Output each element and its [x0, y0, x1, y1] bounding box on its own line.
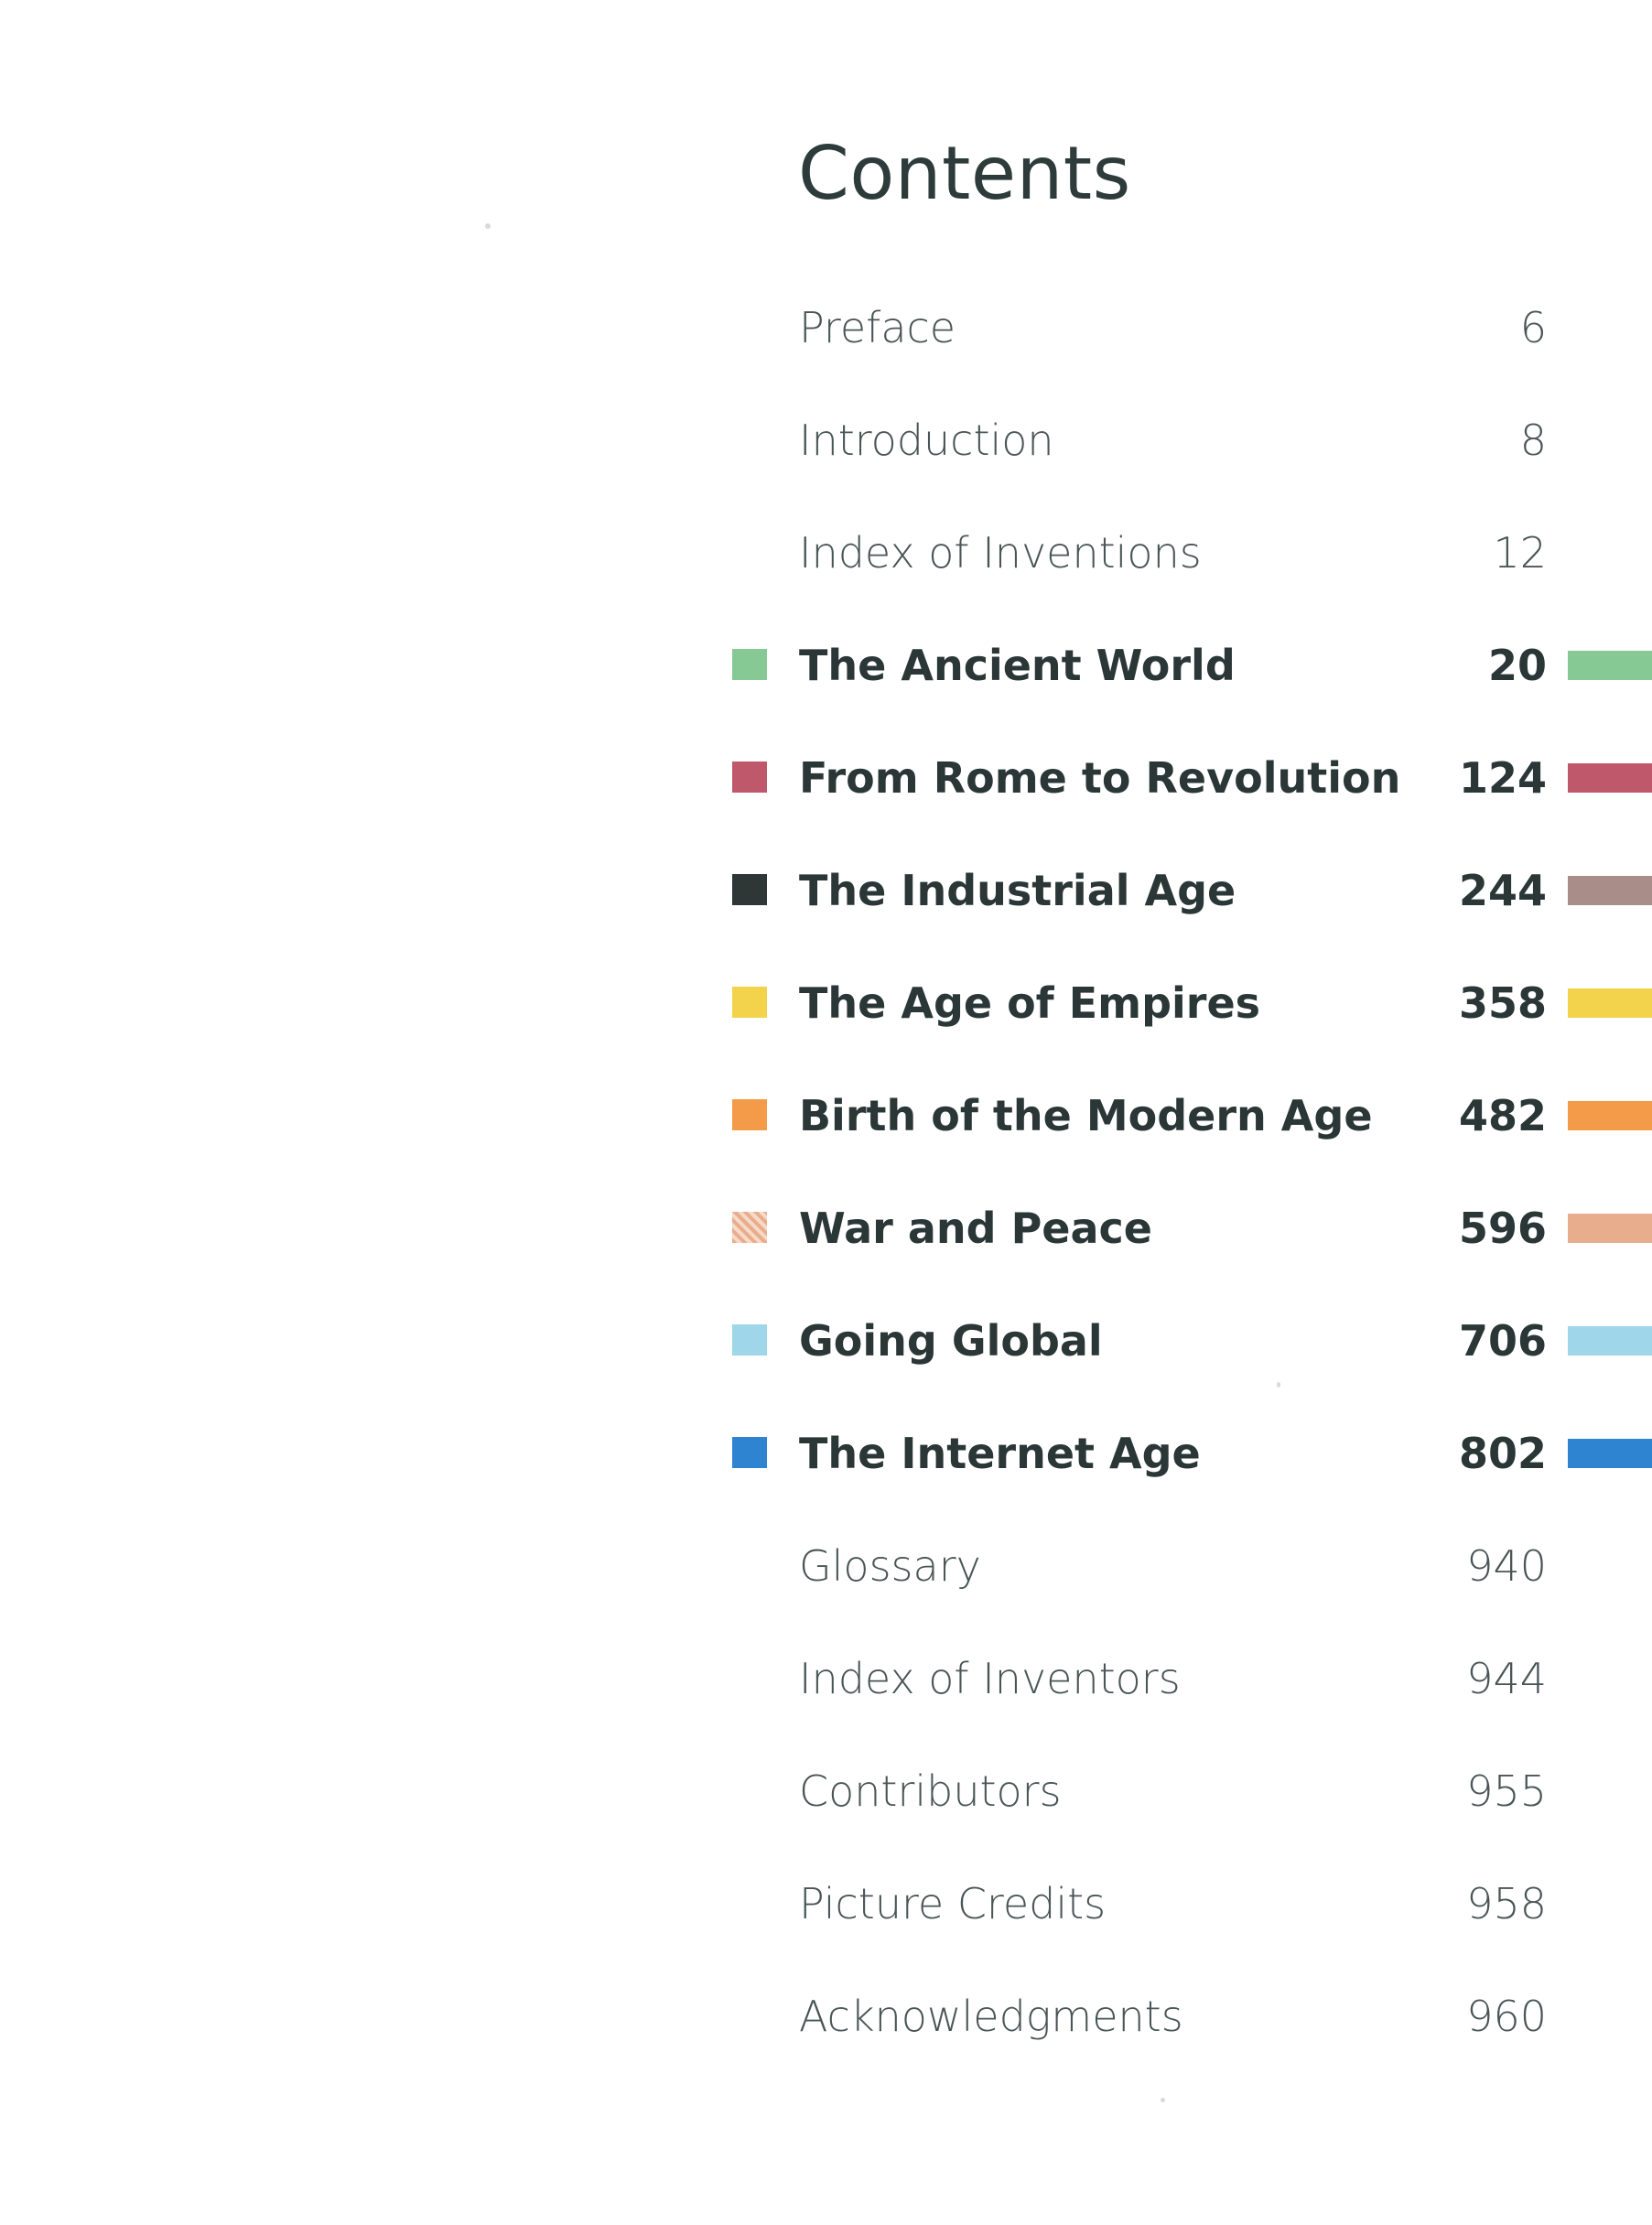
section-color-marker	[732, 1212, 767, 1243]
toc-entry-picture-credits[interactable]: Picture Credits 958	[0, 1869, 1652, 1942]
toc-entry-page-number: 6	[1519, 303, 1547, 352]
toc-entry-page-number: 944	[1466, 1654, 1547, 1703]
toc-entry-contributors[interactable]: Contributors 955	[0, 1756, 1652, 1830]
toc-entry-index-of-inventions[interactable]: Index of Inventions 12	[0, 518, 1652, 591]
toc-entry-page-number: 358	[1458, 978, 1547, 1028]
section-edge-tab	[1568, 1101, 1652, 1130]
section-color-marker	[732, 1099, 767, 1130]
toc-entry-label: Glossary	[799, 1541, 981, 1591]
toc-entry-page-number: 596	[1458, 1204, 1547, 1253]
section-color-marker	[732, 1324, 767, 1356]
toc-entry-label: Birth of the Modern Age	[799, 1091, 1373, 1140]
toc-entry-label: Introduction	[799, 416, 1054, 465]
toc-entry-page-number: 20	[1487, 641, 1547, 690]
scan-speck	[1277, 1382, 1280, 1388]
toc-entry-introduction[interactable]: Introduction 8	[0, 405, 1652, 479]
toc-entry-label: Index of Inventors	[799, 1654, 1181, 1703]
toc-entry-label: Index of Inventions	[799, 528, 1202, 578]
toc-entry-going-global[interactable]: Going Global 706	[0, 1306, 1652, 1379]
section-edge-tab	[1568, 988, 1652, 1018]
section-edge-tab	[1568, 651, 1652, 680]
toc-entry-war-and-peace[interactable]: War and Peace 596	[0, 1194, 1652, 1267]
toc-entry-label: War and Peace	[799, 1204, 1152, 1253]
toc-entry-page-number: 8	[1519, 416, 1547, 465]
toc-entry-page-number: 960	[1466, 1992, 1547, 2041]
toc-entry-acknowledgments[interactable]: Acknowledgments 960	[0, 1982, 1652, 2055]
toc-entry-page-number: 124	[1458, 753, 1547, 803]
toc-entry-label: The Industrial Age	[799, 866, 1236, 915]
toc-entry-label: The Age of Empires	[799, 978, 1261, 1028]
toc-entry-label: The Internet Age	[799, 1429, 1201, 1478]
section-edge-tab	[1568, 1439, 1652, 1468]
section-color-marker	[732, 1437, 767, 1468]
toc-entry-page-number: 940	[1466, 1541, 1547, 1591]
toc-entry-page-number: 802	[1458, 1429, 1547, 1478]
toc-entry-glossary[interactable]: Glossary 940	[0, 1531, 1652, 1604]
section-edge-tab	[1568, 763, 1652, 793]
toc-entry-label: Contributors	[799, 1766, 1062, 1816]
section-color-marker	[732, 874, 767, 905]
section-color-marker	[732, 761, 767, 793]
toc-entry-page-number: 12	[1493, 528, 1547, 578]
toc-entry-page-number: 706	[1458, 1316, 1547, 1366]
toc-entry-industrial-age[interactable]: The Industrial Age 244	[0, 856, 1652, 929]
toc-entry-page-number: 482	[1458, 1091, 1547, 1140]
toc-entry-label: The Ancient World	[799, 641, 1236, 690]
toc-entry-page-number: 958	[1466, 1879, 1547, 1928]
toc-entry-label: From Rome to Revolution	[799, 753, 1401, 803]
toc-entry-age-of-empires[interactable]: The Age of Empires 358	[0, 968, 1652, 1042]
toc-entry-preface[interactable]: Preface 6	[0, 293, 1652, 366]
toc-entry-rome-to-revolution[interactable]: From Rome to Revolution 124	[0, 743, 1652, 816]
toc-entry-ancient-world[interactable]: The Ancient World 20	[0, 631, 1652, 704]
toc-entry-label: Going Global	[799, 1316, 1103, 1366]
section-edge-tab	[1568, 1326, 1652, 1356]
contents-page: Contents Preface 6 Introduction 8 Index …	[0, 0, 1652, 2225]
toc-entry-label: Preface	[799, 303, 956, 352]
scan-speck	[485, 223, 491, 229]
section-color-marker	[732, 649, 767, 680]
toc-entry-label: Acknowledgments	[799, 1992, 1183, 2041]
toc-entry-label: Picture Credits	[799, 1879, 1107, 1928]
section-edge-tab	[1568, 876, 1652, 905]
toc-entry-page-number: 955	[1466, 1766, 1547, 1816]
section-edge-tab	[1568, 1214, 1652, 1243]
toc-entry-birth-of-modern-age[interactable]: Birth of the Modern Age 482	[0, 1081, 1652, 1154]
scan-speck	[1161, 2098, 1165, 2102]
toc-entry-page-number: 244	[1458, 866, 1547, 915]
section-color-marker	[732, 987, 767, 1018]
toc-entry-index-of-inventors[interactable]: Index of Inventors 944	[0, 1644, 1652, 1717]
toc-entry-internet-age[interactable]: The Internet Age 802	[0, 1419, 1652, 1492]
table-of-contents: Preface 6 Introduction 8 Index of Invent…	[0, 0, 1652, 2225]
